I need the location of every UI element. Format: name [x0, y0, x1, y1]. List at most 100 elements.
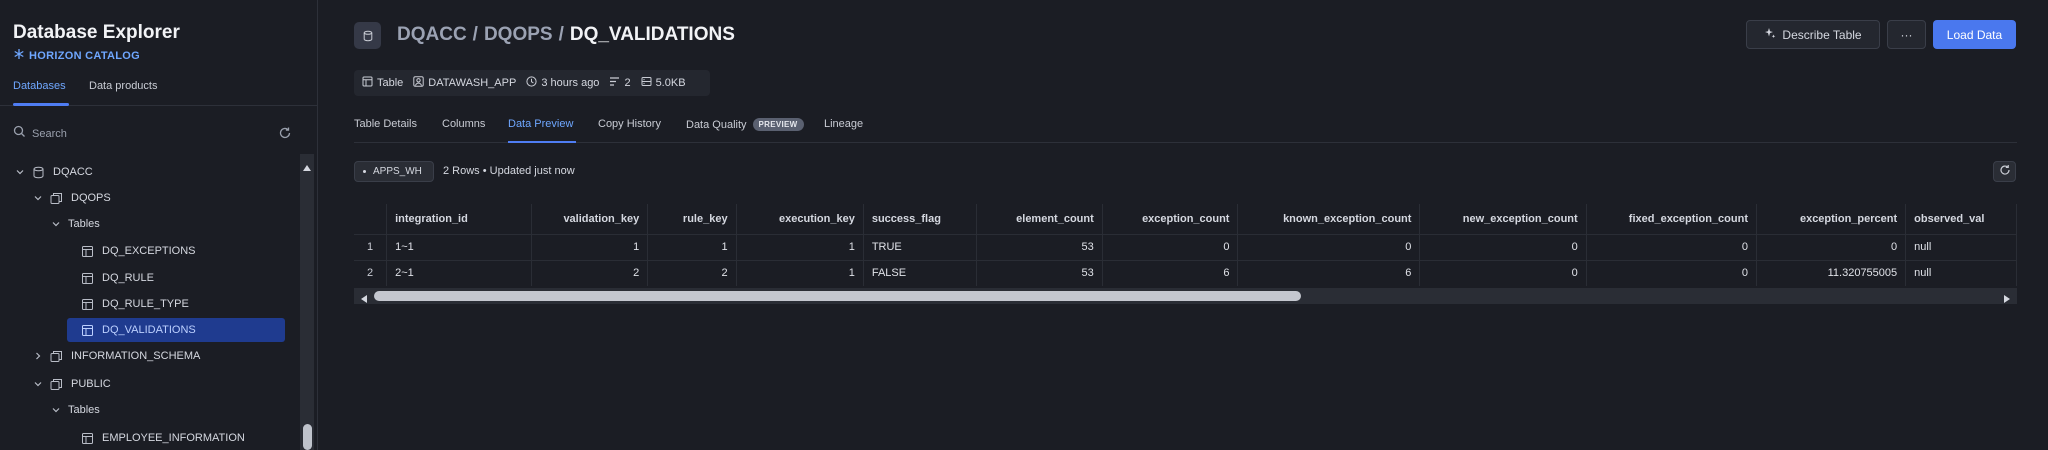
table-cell[interactable]: 1 [531, 233, 649, 260]
tab-columns[interactable]: Columns [442, 118, 485, 130]
table-cell[interactable]: 53 [976, 233, 1103, 260]
column-header[interactable]: known_exception_count [1237, 204, 1421, 234]
tree-item-dq-validations[interactable]: DQ_VALIDATIONS [67, 318, 285, 342]
table-cell[interactable]: 0 [1756, 233, 1907, 260]
table-cell[interactable]: 6 [1237, 259, 1421, 286]
tree-item-information-schema[interactable]: INFORMATION_SCHEMA [32, 344, 200, 368]
tab-lineage[interactable]: Lineage [824, 118, 863, 130]
table-cell[interactable]: 0 [1586, 233, 1757, 260]
table-cell[interactable]: FALSE [863, 259, 978, 286]
refresh-icon[interactable] [278, 126, 292, 140]
tab-copy-history[interactable]: Copy History [598, 118, 661, 130]
tree-item-label: EMPLOYEE_INFORMATION [102, 432, 245, 444]
column-header[interactable]: execution_key [736, 204, 864, 234]
sidebar-scrollbar[interactable] [300, 154, 314, 450]
table-cell[interactable]: 0 [1586, 259, 1757, 286]
tree-item-dq-rule[interactable]: DQ_RULE [81, 266, 154, 290]
table-cell[interactable]: 0 [1419, 259, 1587, 286]
sidebar-tab-databases[interactable]: Databases [13, 80, 66, 92]
column-header[interactable]: exception_count [1102, 204, 1239, 234]
chevron-down-icon[interactable] [14, 166, 26, 178]
table-cell[interactable]: 1~1 [386, 233, 532, 260]
tree-item-employee-information[interactable]: EMPLOYEE_INFORMATION [81, 426, 245, 450]
breadcrumb-database[interactable]: DQACC [397, 24, 467, 46]
detail-tabs: Table Details Columns Data Preview Copy … [354, 114, 2017, 143]
grid-horizontal-scrollbar[interactable] [354, 288, 2017, 304]
chevron-down-icon[interactable] [50, 404, 62, 416]
table-cell[interactable]: 1 [647, 233, 737, 260]
table-icon [81, 324, 94, 337]
tree-item-label: DQACC [53, 166, 93, 178]
scroll-up-arrow-icon[interactable] [302, 160, 312, 178]
chevron-down-icon[interactable] [50, 218, 62, 230]
column-header[interactable]: new_exception_count [1419, 204, 1587, 234]
table-cell[interactable]: 2 [647, 259, 737, 286]
schema-icon [50, 350, 63, 363]
chevron-down-icon[interactable] [32, 378, 44, 390]
table-cell[interactable]: null [1905, 233, 2017, 260]
sidebar-tab-data-products[interactable]: Data products [89, 80, 157, 92]
scroll-right-arrow-icon[interactable] [2002, 291, 2012, 309]
tab-data-quality[interactable]: Data Quality PREVIEW [686, 118, 804, 131]
schema-icon [50, 192, 63, 205]
scroll-left-arrow-icon[interactable] [359, 291, 369, 309]
table-cell[interactable]: 1 [736, 259, 864, 286]
tree-item-public[interactable]: PUBLIC [32, 372, 111, 396]
tree-item-tables-dqops[interactable]: Tables [50, 212, 100, 236]
chevron-right-icon[interactable] [32, 350, 44, 362]
preview-badge: PREVIEW [752, 118, 804, 131]
table-cell[interactable]: 1 [736, 233, 864, 260]
table-cell[interactable]: 0 [1102, 233, 1239, 260]
column-header[interactable]: integration_id [386, 204, 532, 234]
storage-icon [641, 76, 652, 90]
table-row: 2 2~1 2 2 1 FALSE 53 6 6 0 0 11.32075500… [354, 259, 2017, 286]
search-input[interactable] [32, 128, 262, 140]
table-cell[interactable]: null [1905, 259, 2017, 286]
column-header[interactable]: fixed_exception_count [1586, 204, 1757, 234]
column-header[interactable]: element_count [976, 204, 1103, 234]
column-header[interactable]: exception_percent [1756, 204, 1907, 234]
preview-status-text: 2 Rows • Updated just now [443, 165, 575, 177]
active-tab-indicator [508, 141, 576, 143]
describe-table-button[interactable]: Describe Table [1746, 20, 1880, 49]
tree-item-label: DQ_VALIDATIONS [102, 324, 196, 336]
tree-item-dq-rule-type[interactable]: DQ_RULE_TYPE [81, 292, 189, 316]
table-icon [81, 298, 94, 311]
grid-scrollbar-thumb[interactable] [374, 291, 1301, 301]
table-cell[interactable]: TRUE [863, 233, 978, 260]
table-cell[interactable]: 6 [1102, 259, 1239, 286]
tab-table-details[interactable]: Table Details [354, 118, 417, 130]
table-cell[interactable]: 2 [531, 259, 649, 286]
table-cell[interactable]: 2~1 [386, 259, 532, 286]
tab-data-preview[interactable]: Data Preview [508, 118, 573, 130]
table-cell[interactable]: 11.320755005 [1756, 259, 1907, 286]
breadcrumb-schema[interactable]: DQOPS [484, 24, 553, 46]
chevron-down-icon[interactable] [32, 192, 44, 204]
warehouse-selector[interactable]: APPS_WH [354, 161, 434, 182]
column-header[interactable]: rule_key [647, 204, 737, 234]
tree-item-tables-public[interactable]: Tables [50, 398, 100, 422]
column-header[interactable]: observed_val [1905, 204, 2017, 234]
column-header[interactable]: success_flag [863, 204, 978, 234]
sidebar-search [13, 124, 293, 144]
table-icon [81, 245, 94, 258]
data-preview-table: integration_id validation_key rule_key e… [354, 204, 2017, 286]
row-number: 2 [354, 259, 388, 286]
more-options-button[interactable]: ··· [1887, 20, 1926, 49]
meta-size-label: 5.0KB [655, 77, 686, 89]
tree-item-dq-exceptions[interactable]: DQ_EXCEPTIONS [81, 239, 196, 263]
load-data-button[interactable]: Load Data [1933, 20, 2016, 49]
rows-icon [609, 76, 620, 90]
warehouse-status-dot [363, 170, 366, 173]
breadcrumb: DQACC / DQOPS / DQ_VALIDATIONS [397, 24, 735, 46]
column-header[interactable]: validation_key [531, 204, 649, 234]
table-cell[interactable]: 0 [1419, 233, 1587, 260]
tree-item-dqacc[interactable]: DQACC [14, 160, 93, 184]
table-cell[interactable]: 0 [1237, 233, 1421, 260]
tab-data-quality-label: Data Quality [686, 118, 747, 131]
tree-item-label: DQ_RULE_TYPE [102, 298, 189, 310]
sidebar-scrollbar-thumb[interactable] [303, 424, 312, 450]
refresh-preview-button[interactable] [1993, 161, 2016, 182]
tree-item-dqops[interactable]: DQOPS [32, 186, 111, 210]
table-cell[interactable]: 53 [976, 259, 1103, 286]
